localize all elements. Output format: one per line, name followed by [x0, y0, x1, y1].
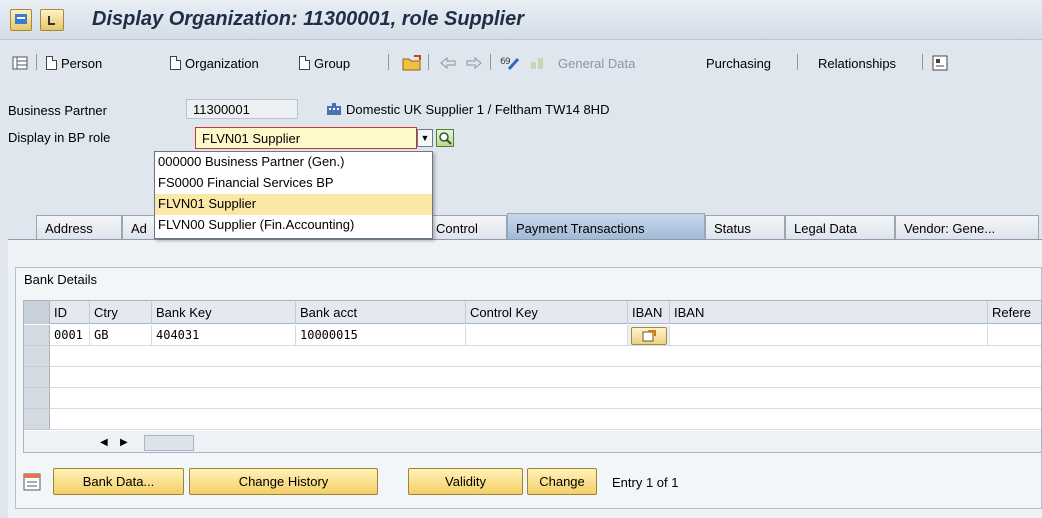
tab-control[interactable]: Control [427, 215, 507, 240]
column-header-iban-button[interactable]: IBAN [628, 301, 670, 324]
select-all-cell[interactable] [24, 301, 50, 324]
new-document-icon [46, 56, 57, 70]
previous-arrow-icon[interactable] [440, 54, 456, 72]
business-partner-label: Business Partner [8, 103, 107, 118]
table-row[interactable] [50, 388, 1041, 409]
new-document-icon [170, 56, 181, 70]
scroll-thumb[interactable] [144, 435, 194, 451]
table-row[interactable] [50, 346, 1041, 367]
table-cell-id[interactable]: 0001 [50, 325, 90, 346]
general-data-button[interactable]: General Data [558, 54, 635, 72]
business-partner-field[interactable]: 11300001 [186, 99, 298, 119]
window-title: Display Organization: 11300001, role Sup… [92, 8, 525, 30]
bp-role-label: Display in BP role [8, 130, 111, 145]
row-selector[interactable] [24, 367, 50, 388]
table-cell-iban[interactable] [670, 325, 988, 346]
new-document-icon [299, 56, 310, 70]
window-options-icon[interactable] [40, 9, 64, 31]
row-selector[interactable] [24, 409, 50, 430]
tab-address[interactable]: Address [36, 215, 122, 240]
tab-payment-transactions[interactable]: Payment Transactions [507, 213, 705, 240]
svg-text:9: 9 [505, 57, 511, 67]
purchasing-button[interactable]: Purchasing [706, 54, 771, 72]
bp-role-select[interactable]: FLVN01 Supplier [195, 127, 417, 149]
bank-details-title: Bank Details [24, 272, 97, 287]
dropdown-option-selected[interactable]: FLVN01 Supplier [155, 194, 432, 215]
row-selector[interactable] [24, 325, 50, 346]
table-cell-bank-account[interactable]: 10000015 [296, 325, 466, 346]
open-folder-icon[interactable] [402, 54, 422, 72]
validity-button[interactable]: Validity [408, 468, 523, 495]
search-icon[interactable] [436, 129, 454, 147]
column-header-control-key[interactable]: Control Key [466, 301, 628, 324]
chevron-down-icon[interactable]: ▼ [417, 129, 433, 147]
switch-icon[interactable] [529, 54, 545, 72]
table-header: ID Ctry Bank Key Bank acct Control Key I… [24, 301, 1041, 324]
column-header-id[interactable]: ID [50, 301, 90, 324]
display-change-icon[interactable]: 69 [500, 54, 520, 72]
table-row[interactable] [50, 367, 1041, 388]
iban-edit-button[interactable] [631, 327, 667, 345]
create-group-button[interactable]: Group [299, 54, 350, 72]
bank-data-button[interactable]: Bank Data... [53, 468, 184, 495]
row-selector[interactable] [24, 346, 50, 367]
tab-vendor-general[interactable]: Vendor: Gene... [895, 215, 1039, 240]
relationships-button[interactable]: Relationships [818, 54, 896, 72]
settings-icon[interactable] [932, 54, 948, 72]
bank-details-table: ID Ctry Bank Key Bank acct Control Key I… [23, 300, 1042, 453]
change-history-button[interactable]: Change History [189, 468, 378, 495]
dropdown-option[interactable]: FLVN00 Supplier (Fin.Accounting) [155, 215, 432, 236]
table-row[interactable] [50, 409, 1041, 430]
dropdown-option[interactable]: FS0000 Financial Services BP [155, 173, 432, 194]
title-bar: Display Organization: 11300001, role Sup… [0, 0, 1042, 40]
dropdown-option[interactable]: 000000 Business Partner (Gen.) [155, 152, 432, 173]
next-arrow-icon[interactable] [466, 54, 482, 72]
table-cell-bank-key[interactable]: 404031 [152, 325, 296, 346]
row-selector[interactable] [24, 388, 50, 409]
create-person-button[interactable]: Person [46, 54, 102, 72]
column-header-country[interactable]: Ctry [90, 301, 152, 324]
entry-count: Entry 1 of 1 [612, 475, 679, 490]
change-button[interactable]: Change [527, 468, 597, 495]
table-cell-country[interactable]: GB [90, 325, 152, 346]
application-toolbar: Person Organization Group 69 General Dat… [0, 40, 1042, 84]
table-settings-icon[interactable] [23, 473, 41, 494]
column-header-bank-account[interactable]: Bank acct [296, 301, 466, 324]
sap-menu-icon[interactable] [10, 9, 32, 31]
create-organization-button[interactable]: Organization [170, 54, 259, 72]
overview-icon[interactable] [12, 54, 28, 72]
scroll-left-icon[interactable]: ◀ [100, 437, 108, 448]
scroll-right-icon[interactable]: ▶ [120, 437, 128, 448]
table-cell-control-key[interactable] [466, 325, 628, 346]
column-header-bank-key[interactable]: Bank Key [152, 301, 296, 324]
table-cell-reference[interactable] [988, 325, 1041, 346]
business-partner-description: Domestic UK Supplier 1 / Feltham TW14 8H… [346, 102, 610, 117]
tab-legal-data[interactable]: Legal Data [785, 215, 895, 240]
column-header-reference[interactable]: Refere [988, 301, 1041, 324]
bp-role-dropdown-list: 000000 Business Partner (Gen.) FS0000 Fi… [154, 151, 433, 239]
column-header-iban[interactable]: IBAN [670, 301, 988, 324]
organization-icon [326, 102, 342, 119]
tab-status[interactable]: Status [705, 215, 785, 240]
